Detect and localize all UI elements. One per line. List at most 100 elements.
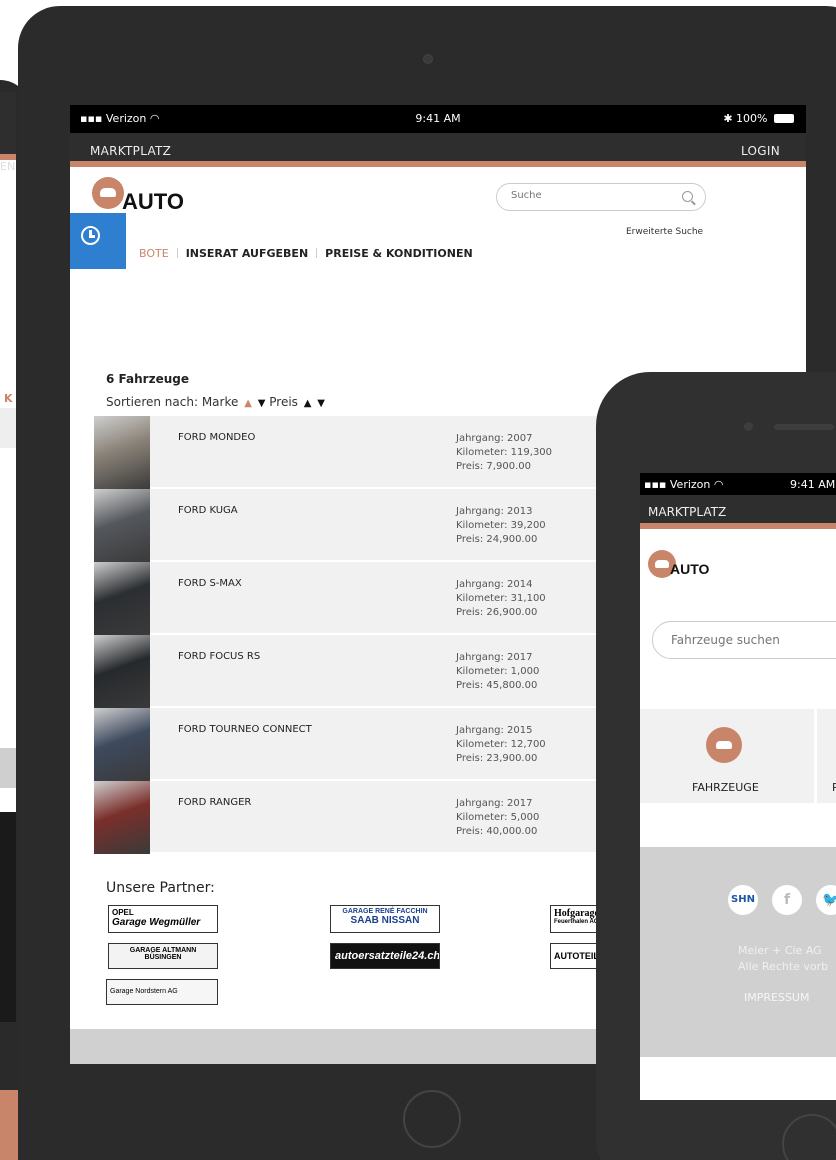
sort-brand-asc-icon[interactable]: ▲ [244, 398, 252, 409]
phone-frame: ▪▪▪ Verizon ◠ 9:41 AM MARKTPLATZ AUTO FA… [596, 372, 836, 1160]
vehicle-thumbnail[interactable] [94, 562, 150, 635]
nav-offers[interactable]: BOTE [139, 247, 169, 260]
vehicle-year: Jahrgang: 2017 [456, 798, 533, 809]
impressum-link[interactable]: IMPRESSUM [744, 991, 809, 1004]
vehicle-specs: Jahrgang: 2015 Kilometer: 12,700 Preis: … [456, 724, 546, 766]
phone-search-input[interactable] [671, 633, 821, 647]
vehicle-price: Preis: 45,800.00 [456, 680, 538, 691]
vehicle-name[interactable]: FORD S-MAX [178, 578, 242, 589]
vehicle-specs: Jahrgang: 2017 Kilometer: 1,000 Preis: 4… [456, 651, 539, 693]
tile-partial-label[interactable]: P [832, 781, 836, 794]
vehicle-year: Jahrgang: 2007 [456, 433, 533, 444]
login-link[interactable]: LOGIN [741, 144, 780, 158]
history-button[interactable] [70, 213, 126, 269]
partner-logo-altmann[interactable]: GARAGE ALTMANN BÜSINGEN [108, 943, 218, 969]
sort-price-desc-icon[interactable]: ▼ [317, 398, 325, 409]
vehicles-car-icon[interactable] [706, 727, 742, 763]
phone-screen: ▪▪▪ Verizon ◠ 9:41 AM MARKTPLATZ AUTO FA… [640, 473, 836, 1100]
status-bar: ▪▪▪ Verizon ◠ 9:41 AM ✱ 100% [70, 105, 806, 133]
nav-create-listing[interactable]: INSERAT AUFGEBEN [186, 247, 308, 260]
battery-icon [774, 114, 794, 123]
background-tablet-screen: EN K [0, 92, 16, 1022]
search-icon[interactable] [682, 191, 693, 202]
advanced-search-link[interactable]: Erweiterte Suche [626, 227, 703, 237]
partner-logo-nordstern[interactable]: Garage Nordstern AG [106, 979, 218, 1005]
vehicle-price: Preis: 26,900.00 [456, 607, 538, 618]
partner-logo-facchin[interactable]: GARAGE RENÉ FACCHIN SAAB NISSAN [330, 905, 440, 933]
clock-label: 9:41 AM [415, 112, 461, 125]
nav-separator [176, 248, 178, 258]
vehicle-thumbnail[interactable] [94, 781, 150, 854]
vehicle-year: Jahrgang: 2015 [456, 725, 533, 736]
vehicle-km: Kilometer: 5,000 [456, 812, 540, 823]
logo-text[interactable]: AUTO [122, 189, 184, 215]
search-input[interactable] [511, 190, 661, 201]
phone-top-navbar: MARKTPLATZ [640, 495, 836, 529]
vehicle-name[interactable]: FORD TOURNEO CONNECT [178, 724, 312, 735]
partners-heading: Unsere Partner: [106, 880, 215, 896]
vehicle-name[interactable]: FORD KUGA [178, 505, 238, 516]
partner-logo-autoersatzteile[interactable]: autoersatzteile24.ch [330, 943, 440, 969]
sort-brand-desc-icon[interactable]: ▼ [258, 398, 266, 409]
sort-label: Sortieren nach: [106, 395, 198, 409]
background-link-fragment[interactable]: K [4, 392, 13, 405]
tile-vehicles-label[interactable]: FAHRZEUGE [692, 781, 759, 794]
vehicle-specs: Jahrgang: 2007 Kilometer: 119,300 Preis:… [456, 432, 552, 474]
nav-prices-conditions[interactable]: PREISE & KONDITIONEN [325, 247, 473, 260]
vehicle-name[interactable]: FORD FOCUS RS [178, 651, 260, 662]
vehicle-price: Preis: 40,000.00 [456, 826, 538, 837]
vehicle-year: Jahrgang: 2013 [456, 506, 533, 517]
sort-controls: Sortieren nach: Marke ▲ ▼ Preis ▲ ▼ [106, 395, 325, 409]
phone-clock-label: 9:41 AM [790, 478, 836, 491]
vehicle-thumbnail[interactable] [94, 708, 150, 781]
facebook-icon[interactable]: f [772, 885, 802, 915]
tablet-home-button[interactable] [403, 1090, 461, 1148]
phone-home-button[interactable] [782, 1114, 836, 1160]
background-content-strip [0, 408, 16, 448]
vehicle-km: Kilometer: 119,300 [456, 447, 553, 458]
vehicle-price: Preis: 24,900.00 [456, 534, 538, 545]
phone-carrier-label: ▪▪▪ Verizon ◠ [644, 478, 724, 491]
sort-brand-label: Marke [201, 395, 239, 409]
vehicle-thumbnail[interactable] [94, 489, 150, 562]
vehicle-year: Jahrgang: 2017 [456, 652, 533, 663]
background-login-fragment[interactable]: EN [0, 160, 15, 173]
vehicle-thumbnail[interactable] [94, 635, 150, 708]
car-icon [100, 188, 116, 197]
shn-icon[interactable]: SHN [728, 885, 758, 915]
wifi-icon: ◠ [713, 478, 724, 491]
bluetooth-icon: ✱ [723, 112, 733, 125]
vehicle-km: Kilometer: 1,000 [456, 666, 540, 677]
marketplace-link[interactable]: MARKTPLATZ [90, 144, 171, 158]
top-navbar: MARKTPLATZ LOGIN [70, 133, 806, 167]
battery-indicator: ✱ 100% [723, 112, 794, 125]
sort-price-asc-icon[interactable]: ▲ [304, 398, 312, 409]
vehicle-price: Preis: 23,900.00 [456, 753, 538, 764]
vehicle-name[interactable]: FORD RANGER [178, 797, 251, 808]
partner-logo-wegmueller[interactable]: OPEL Garage Wegmüller [108, 905, 218, 933]
vehicle-price: Preis: 7,900.00 [456, 461, 531, 472]
phone-camera [744, 422, 753, 431]
tablet-camera [423, 54, 433, 64]
vehicle-specs: Jahrgang: 2013 Kilometer: 39,200 Preis: … [456, 505, 546, 547]
phone-marketplace-link[interactable]: MARKTPLATZ [648, 505, 726, 519]
background-topbar [0, 92, 16, 154]
phone-status-bar: ▪▪▪ Verizon ◠ 9:41 AM [640, 473, 836, 495]
clock-icon [81, 226, 100, 245]
search-box [496, 183, 706, 211]
vehicle-thumbnail[interactable] [94, 416, 150, 489]
phone-category-tiles: FAHRZEUGE P [640, 709, 836, 803]
background-footer [0, 748, 16, 788]
logo-badge[interactable] [92, 177, 124, 209]
background-bottom-area [0, 812, 16, 1022]
vehicle-km: Kilometer: 39,200 [456, 520, 546, 531]
vehicle-name[interactable]: FORD MONDEO [178, 432, 255, 443]
twitter-icon[interactable]: 🐦 [816, 885, 836, 915]
phone-logo-text[interactable]: AUTO [670, 561, 709, 577]
vehicle-specs: Jahrgang: 2014 Kilometer: 31,100 Preis: … [456, 578, 546, 620]
copyright-text: Meier + Cie AG Alle Rechte vorb [738, 944, 829, 973]
vehicle-km: Kilometer: 12,700 [456, 739, 546, 750]
phone-footer: SHN f 🐦 Meier + Cie AG Alle Rechte vorb … [640, 847, 836, 1057]
phone-speaker [774, 424, 834, 430]
site-header: AUTO Erweiterte Suche BOTE INSERAT AUFGEB… [70, 167, 806, 279]
